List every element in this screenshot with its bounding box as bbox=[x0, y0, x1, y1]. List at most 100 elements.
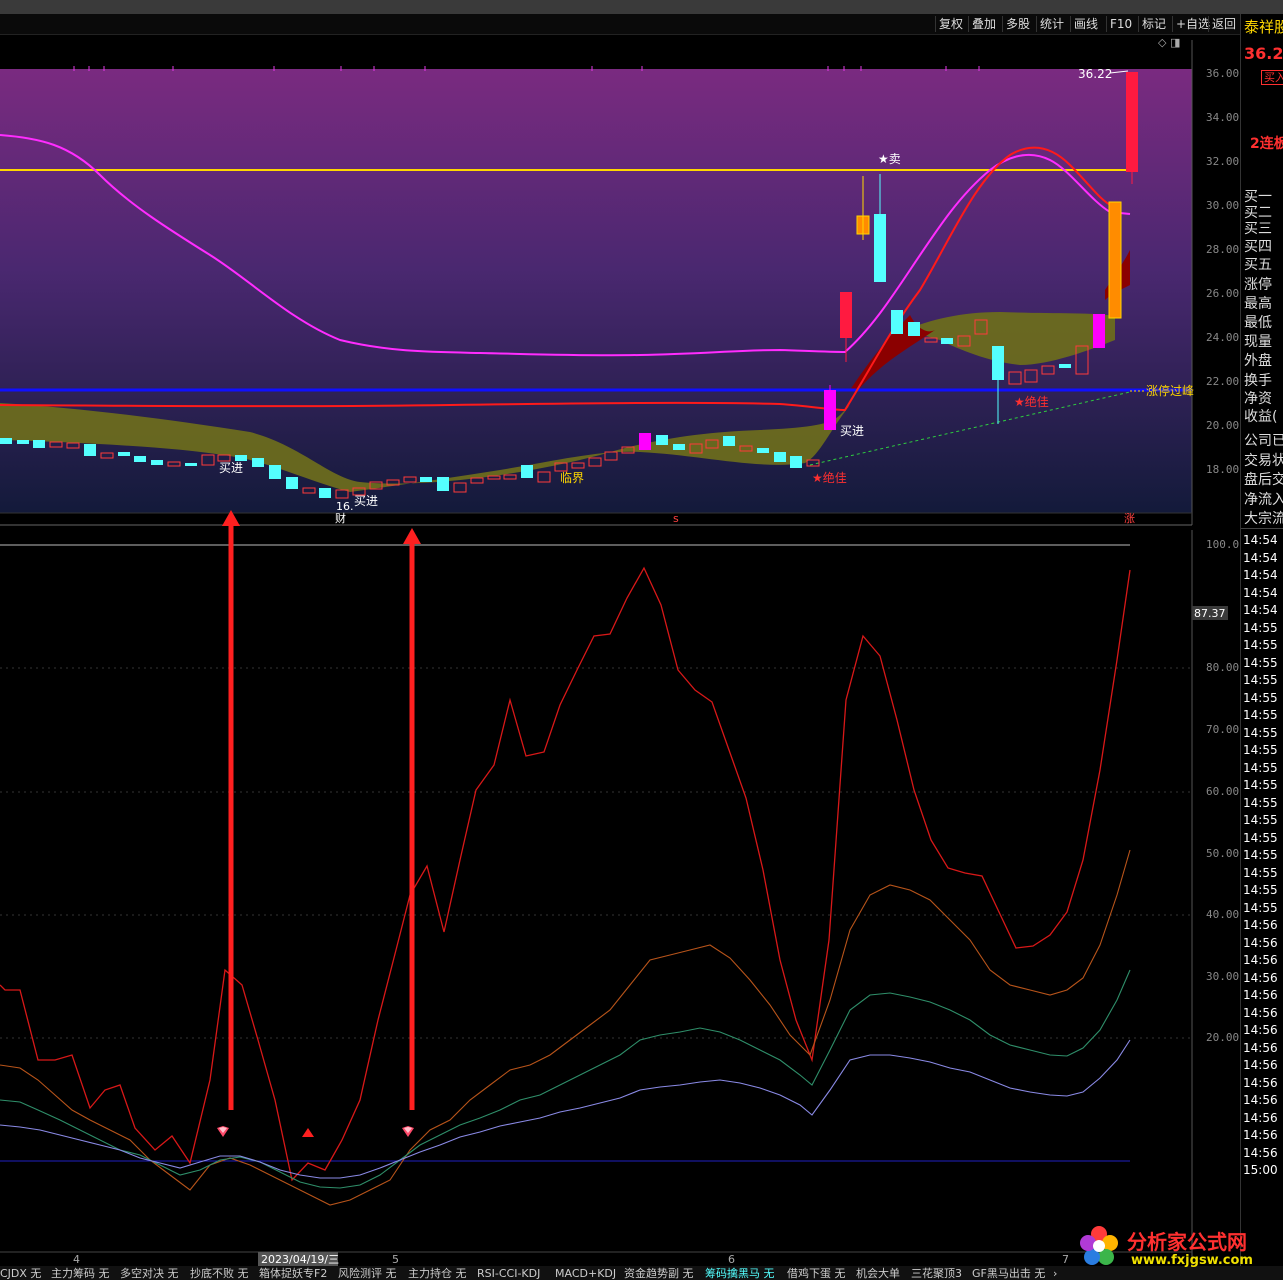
candle bbox=[134, 456, 146, 462]
tick-time: 14:56 bbox=[1243, 970, 1278, 985]
candle bbox=[639, 433, 651, 450]
watermark: 分析家公式网 www.fxjgsw.com bbox=[1075, 1222, 1275, 1270]
tick-time: 14:55 bbox=[1243, 848, 1278, 862]
tab-risk-eval[interactable]: 风险测评 无 bbox=[338, 1267, 397, 1280]
tick-time: 14:56 bbox=[1243, 1110, 1278, 1125]
critical-signal-label: 临界 bbox=[560, 471, 584, 485]
tab-main-holdings[interactable]: 主力持仓 无 bbox=[408, 1267, 467, 1280]
indicator-axis-label: 60.00 bbox=[1206, 785, 1240, 798]
tab-big-orders[interactable]: 机会大单 bbox=[856, 1267, 900, 1280]
candle bbox=[774, 452, 786, 462]
candle bbox=[521, 465, 533, 478]
x-axis-label-4: 4 bbox=[73, 1253, 80, 1266]
candle bbox=[673, 444, 685, 450]
price-axis-label: 22.00 bbox=[1206, 375, 1240, 388]
tab-three-flowers[interactable]: 三花聚顶3 bbox=[911, 1267, 962, 1280]
indicator-teal-line bbox=[0, 969, 1131, 1189]
flower-logo-icon bbox=[1080, 1226, 1118, 1265]
candle bbox=[33, 440, 45, 448]
tick-time: 14:55 bbox=[1243, 760, 1278, 775]
price-axis-label: 20.00 bbox=[1206, 419, 1240, 432]
candle bbox=[1093, 314, 1105, 348]
tab-chips-dark-horse[interactable]: 筹码擒黑马 无 bbox=[705, 1267, 775, 1280]
triangle-icon bbox=[302, 1128, 314, 1137]
tick-time: 14:55 bbox=[1243, 900, 1278, 915]
buy-button[interactable]: 买入 bbox=[1261, 70, 1283, 85]
x-axis-label-6: 6 bbox=[728, 1253, 735, 1266]
tab-fund-trend[interactable]: 资金趋势副 无 bbox=[624, 1267, 694, 1280]
indicator-purple-line bbox=[0, 1039, 1131, 1179]
current-price: 36.2 bbox=[1244, 44, 1283, 63]
diamond-icon bbox=[402, 1126, 414, 1137]
tick-time: 14:55 bbox=[1243, 655, 1278, 670]
quote-label: 公司已 bbox=[1244, 433, 1283, 449]
tab-macd-kdj[interactable]: MACD+KDJ bbox=[555, 1267, 616, 1280]
chart-canvas: 36.22 ★卖 买进 买进 买进 临界 ★绝佳 ★绝佳 涨停过峰 16. 财 … bbox=[0, 40, 1228, 1266]
limit-streak-label: 2连板 bbox=[1250, 136, 1283, 152]
quote-label: 最高 bbox=[1244, 296, 1272, 312]
tick-time: 14:54 bbox=[1243, 585, 1278, 600]
high-price-label: 36.22 bbox=[1078, 67, 1112, 81]
tick-time: 14:56 bbox=[1243, 1023, 1278, 1037]
candle bbox=[891, 310, 903, 334]
indicator-axis-label: 70.00 bbox=[1206, 723, 1240, 736]
limit-pass-label: 涨停过峰 bbox=[1146, 383, 1194, 398]
tick-time: 14:54 bbox=[1243, 550, 1278, 565]
tick-time: 14:54 bbox=[1243, 568, 1278, 582]
candle bbox=[1108, 201, 1122, 319]
candle bbox=[185, 463, 197, 466]
indicator-axis-label: 100.0 bbox=[1206, 538, 1240, 551]
tab-bottom-fishing[interactable]: 抄底不败 无 bbox=[190, 1267, 249, 1280]
tick-time: 14:55 bbox=[1243, 743, 1278, 757]
x-axis-label-7: 7 bbox=[1062, 1253, 1069, 1266]
tab-cjdx[interactable]: CJDX 无 bbox=[0, 1267, 41, 1280]
indicator-axis-label: 50.00 bbox=[1206, 847, 1240, 860]
tick-time: 14:56 bbox=[1243, 1005, 1278, 1020]
tab-long-short[interactable]: 多空对决 无 bbox=[120, 1267, 179, 1280]
s-marker: s bbox=[673, 512, 679, 525]
price-axis-label: 30.00 bbox=[1206, 199, 1240, 212]
quote-label: 大宗流 bbox=[1244, 511, 1283, 527]
indicator-axis-label: 80.00 bbox=[1206, 661, 1240, 674]
quote-label: 净流入 bbox=[1244, 492, 1283, 508]
candle bbox=[151, 460, 163, 465]
tick-time: 14:55 bbox=[1243, 708, 1278, 722]
tick-time: 14:56 bbox=[1243, 953, 1278, 967]
tick-time: 14:56 bbox=[1243, 1040, 1278, 1055]
tab-rsi-cci-kdj[interactable]: RSI-CCI-KDJ bbox=[477, 1267, 540, 1280]
price-axis-label: 18.00 bbox=[1206, 463, 1240, 476]
tab-borrow-chicken[interactable]: 借鸡下蛋 无 bbox=[787, 1267, 846, 1280]
current-value-text: 87.37 bbox=[1194, 607, 1226, 620]
quote-label: 交易状 bbox=[1244, 453, 1283, 469]
candle bbox=[656, 435, 668, 445]
tick-time: 14:55 bbox=[1243, 883, 1278, 897]
candle bbox=[723, 436, 735, 446]
tick-time: 14:55 bbox=[1243, 795, 1278, 810]
quote-label: 买三 bbox=[1244, 221, 1272, 237]
best-signal-label-2: ★绝佳 bbox=[1014, 394, 1049, 409]
indicator-axis-label: 30.00 bbox=[1206, 970, 1240, 983]
x-axis-label-5: 5 bbox=[392, 1253, 399, 1266]
finance-marker: 财 bbox=[335, 511, 346, 525]
quote-label: 净资 bbox=[1244, 391, 1272, 407]
tick-time: 14:55 bbox=[1243, 690, 1278, 705]
candle bbox=[840, 292, 852, 338]
red-arrow-2 bbox=[403, 528, 421, 1110]
tab-box-demon[interactable]: 箱体捉妖专F2 bbox=[259, 1267, 327, 1280]
tick-time: 14:54 bbox=[1243, 533, 1278, 547]
tick-time: 14:55 bbox=[1243, 620, 1278, 635]
tick-time: 14:56 bbox=[1243, 1145, 1278, 1160]
candle bbox=[420, 477, 432, 482]
tab-main-chips[interactable]: 主力筹码 无 bbox=[51, 1267, 110, 1280]
candle bbox=[1126, 72, 1138, 172]
stock-name: 泰祥股 bbox=[1244, 18, 1283, 36]
tab-scroll-right-icon[interactable]: › bbox=[1053, 1267, 1057, 1280]
quote-label: 买五 bbox=[1244, 257, 1272, 273]
tab-gf-dark-horse[interactable]: GF黑马出击 无 bbox=[972, 1267, 1045, 1280]
quote-label: 现量 bbox=[1244, 334, 1272, 350]
tick-time: 14:55 bbox=[1243, 778, 1278, 792]
candle bbox=[908, 322, 920, 336]
price-axis-label: 36.00 bbox=[1206, 67, 1240, 80]
candle bbox=[84, 444, 96, 456]
price-axis-label: 32.00 bbox=[1206, 155, 1240, 168]
